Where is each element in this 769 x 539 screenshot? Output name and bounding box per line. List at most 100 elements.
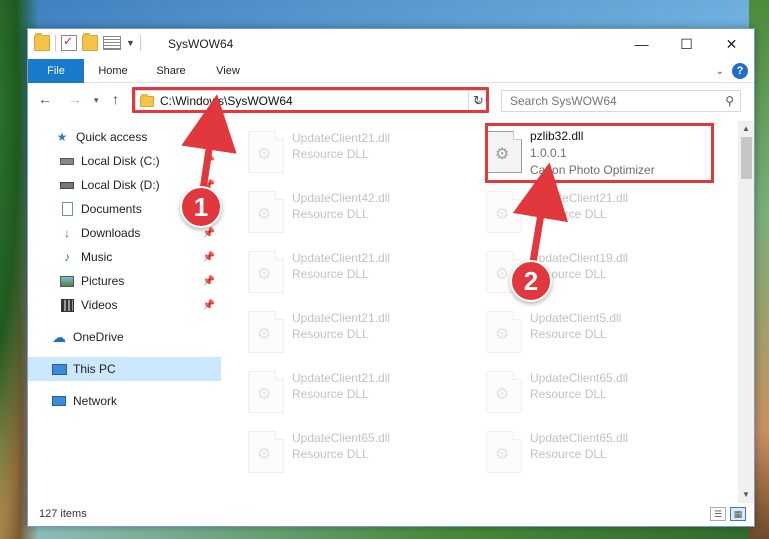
file-name: UpdateClient21.dll	[292, 311, 391, 325]
sidebar-item-onedrive[interactable]: ☁ OneDrive	[28, 325, 221, 349]
search-icon[interactable]: ⚲	[725, 94, 734, 108]
dll-file-icon: ⚙	[486, 431, 522, 473]
chevron-down-icon[interactable]: ▼	[126, 38, 135, 48]
dll-file-icon: ⚙	[248, 251, 284, 293]
search-input[interactable]	[508, 93, 708, 109]
tab-file[interactable]: File	[28, 59, 84, 83]
file-item[interactable]: ⚙ UpdateClient21.dll Resource DLL	[480, 185, 700, 241]
properties-icon[interactable]	[61, 34, 77, 51]
file-name: UpdateClient21.dll	[292, 371, 391, 385]
sidebar-item-music[interactable]: ♪ Music 📌	[28, 245, 221, 269]
large-icons-view-icon[interactable]: ▦	[730, 507, 746, 521]
up-arrow-icon[interactable]: ↑	[112, 91, 119, 107]
pin-icon[interactable]: 📌	[203, 276, 215, 287]
sidebar-item-label: Local Disk (C:)	[81, 154, 160, 168]
recent-locations-icon[interactable]: ▾	[94, 95, 99, 106]
tab-home[interactable]: Home	[92, 59, 134, 83]
file-type: Resource DLL	[292, 207, 369, 221]
sidebar-item-label: OneDrive	[73, 330, 124, 344]
ribbon-right-controls: ⌄ ?	[716, 63, 748, 79]
forward-arrow-icon[interactable]: →	[68, 91, 82, 107]
divider	[55, 35, 56, 51]
file-item[interactable]: ⚙ UpdateClient21.dll Resource DLL	[242, 365, 462, 421]
sidebar-item-label: Documents	[81, 202, 142, 216]
file-name: UpdateClient5.dll	[530, 311, 622, 325]
scroll-up-icon[interactable]: ▲	[738, 121, 754, 137]
sidebar-item-network[interactable]: Network	[28, 389, 221, 413]
scroll-down-icon[interactable]: ▼	[738, 487, 754, 503]
file-name: UpdateClient19.dll	[530, 251, 629, 265]
search-box[interactable]: ⚲	[501, 90, 741, 112]
sidebar-item-pictures[interactable]: Pictures 📌	[28, 269, 221, 293]
item-count: 127 items	[39, 508, 87, 520]
file-name: UpdateClient42.dll	[292, 191, 391, 205]
sidebar-item-quick-access[interactable]: ★ Quick access	[28, 125, 221, 149]
file-item[interactable]: ⚙ UpdateClient65.dll Resource DLL	[242, 425, 462, 481]
sidebar-item-label: Local Disk (D:)	[81, 178, 160, 192]
new-folder-icon[interactable]	[82, 33, 98, 51]
dll-file-icon: ⚙	[248, 371, 284, 413]
address-highlight-box	[132, 87, 489, 113]
file-name: UpdateClient21.dll	[292, 251, 391, 265]
title-bar: ▼ SysWOW64 — ☐ ✕	[28, 29, 754, 59]
music-icon: ♪	[64, 250, 70, 264]
quick-access-toolbar: ▼	[34, 33, 141, 51]
file-item[interactable]: ⚙ UpdateClient65.dll Resource DLL	[480, 425, 700, 481]
help-icon[interactable]: ?	[732, 63, 748, 79]
explorer-window: ▼ SysWOW64 — ☐ ✕ File Home Share View ⌄ …	[27, 28, 755, 527]
file-type: Resource DLL	[292, 387, 369, 401]
file-item[interactable]: ⚙ UpdateClient5.dll Resource DLL	[480, 305, 700, 361]
back-arrow-icon[interactable]: ←	[38, 91, 52, 107]
file-item[interactable]: ⚙ UpdateClient42.dll Resource DLL	[242, 185, 462, 241]
pin-icon[interactable]: 📌	[203, 300, 215, 311]
file-name: UpdateClient21.dll	[292, 131, 391, 145]
file-item[interactable]: ⚙ UpdateClient21.dll Resource DLL	[242, 305, 462, 361]
scroll-thumb[interactable]	[741, 137, 752, 179]
navigation-pane: ★ Quick access Local Disk (C:) 📌 Local D…	[28, 125, 221, 510]
sidebar-item-videos[interactable]: Videos 📌	[28, 293, 221, 317]
pin-icon[interactable]: 📌	[203, 252, 215, 263]
file-type: Resource DLL	[292, 147, 369, 161]
file-item[interactable]: ⚙ UpdateClient21.dll Resource DLL	[242, 245, 462, 301]
window-title: SysWOW64	[168, 37, 234, 51]
file-item[interactable]: ⚙ UpdateClient21.dll Resource DLL	[242, 125, 462, 181]
sidebar-item-label: Music	[81, 250, 113, 264]
sidebar-item-label: Quick access	[76, 130, 148, 144]
dll-file-icon: ⚙	[486, 191, 522, 233]
ribbon-expand-icon[interactable]: ⌄	[716, 66, 724, 77]
minimize-button[interactable]: —	[619, 29, 664, 59]
sidebar-item-this-pc[interactable]: This PC	[28, 357, 221, 381]
vertical-scrollbar[interactable]: ▲ ▼	[738, 121, 754, 503]
step-badge-2: 2	[510, 260, 552, 302]
window-controls: — ☐ ✕	[619, 29, 754, 59]
pin-icon[interactable]: 📌	[203, 156, 215, 167]
dll-file-icon: ⚙	[248, 131, 284, 173]
folder-icon[interactable]	[34, 33, 50, 51]
sidebar-item-local-disk-c[interactable]: Local Disk (C:) 📌	[28, 149, 221, 173]
status-bar: 127 items ☰ ▦	[28, 502, 754, 526]
file-name: UpdateClient65.dll	[530, 431, 629, 445]
file-item[interactable]: ⚙ UpdateClient65.dll Resource DLL	[480, 365, 700, 421]
file-type: Resource DLL	[292, 267, 369, 281]
dll-file-icon: ⚙	[248, 311, 284, 353]
file-type: Resource DLL	[530, 327, 607, 341]
this-pc-icon	[51, 362, 67, 376]
dll-file-icon: ⚙	[248, 431, 284, 473]
tab-view[interactable]: View	[208, 59, 248, 83]
ribbon-tabs: File Home Share View ⌄ ?	[28, 59, 754, 83]
pictures-icon	[59, 274, 75, 288]
pin-icon[interactable]: 📌	[203, 228, 215, 239]
close-button[interactable]: ✕	[709, 29, 754, 59]
file-highlight-box	[485, 123, 714, 183]
details-view-icon[interactable]: ☰	[710, 507, 726, 521]
sidebar-item-label: Network	[73, 394, 118, 408]
sidebar-item-label: Videos	[81, 298, 118, 312]
onedrive-icon: ☁	[52, 328, 66, 345]
maximize-button[interactable]: ☐	[664, 29, 709, 59]
file-name: UpdateClient21.dll	[530, 191, 629, 205]
quick-access-customize-icon[interactable]	[103, 36, 121, 50]
network-icon	[51, 394, 67, 408]
tab-share[interactable]: Share	[150, 59, 192, 83]
videos-icon	[59, 298, 75, 312]
dll-file-icon: ⚙	[486, 371, 522, 413]
